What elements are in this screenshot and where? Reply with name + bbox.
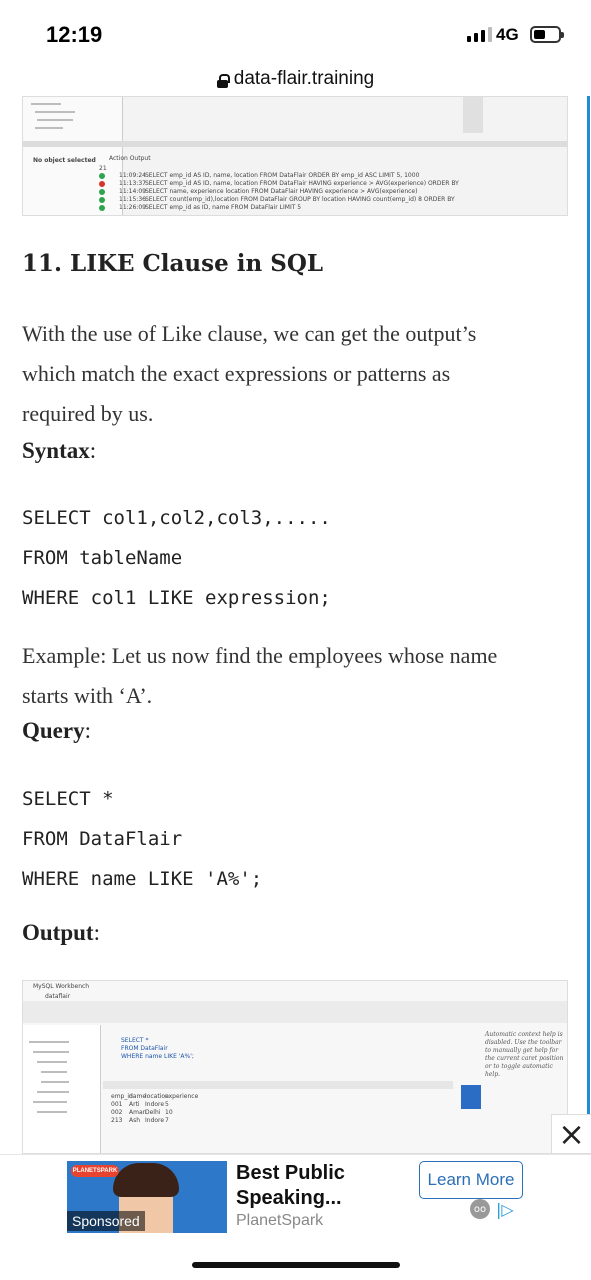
status-ok-icon [99, 189, 105, 195]
syntax-code-line: WHERE col1 LIKE expression; [22, 587, 331, 609]
result-col: name [129, 1093, 147, 1100]
paragraph-line: required by us. [22, 401, 154, 426]
status-ok-icon [99, 197, 105, 203]
status-bar: 12:19 4G [0, 0, 591, 62]
sponsored-badge: Sponsored [67, 1211, 145, 1231]
row-action: SELECT emp_id AS ID, name, location FROM… [145, 180, 459, 187]
action-output-label: Action Output [109, 155, 151, 162]
result-cell: Aman [129, 1109, 147, 1116]
example-paragraph: Example: Let us now find the employees w… [22, 636, 562, 716]
result-cell: Indore [145, 1117, 165, 1124]
row-action: SELECT emp_id as ID, name FROM DataFlair… [145, 204, 302, 211]
ad-source: PlanetSpark [236, 1212, 324, 1229]
result-cell: 002 [111, 1109, 123, 1116]
row-num: 21 [99, 165, 107, 172]
section-heading: 11. LIKE Clause in SQL [22, 250, 324, 277]
result-cell: 10 [165, 1109, 173, 1116]
battery-icon [530, 26, 564, 43]
url-text: data-flair.training [233, 68, 375, 89]
learn-more-button[interactable]: Learn More [419, 1161, 523, 1199]
query-label: Query: [22, 718, 91, 743]
workbench-tab: dataflair [45, 993, 71, 1000]
query-code-line: FROM DataFlair [22, 828, 183, 850]
result-cell: Arti [129, 1101, 140, 1108]
planetspark-logo: PLANETSPARK [71, 1165, 119, 1177]
row-action: SELECT emp_id AS ID, name, location FROM… [145, 172, 420, 179]
result-cell: 213 [111, 1117, 123, 1124]
status-ok-icon [99, 173, 105, 179]
workbench-result-screenshot: MySQL Workbench dataflair SELECT * FROM … [22, 980, 568, 1154]
row-time: 11:09:24 [119, 172, 146, 179]
paragraph-line: which match the exact expressions or pat… [22, 361, 451, 386]
status-time: 12:19 [46, 22, 103, 47]
result-col: experience [165, 1093, 199, 1100]
query-code-line: SELECT * [22, 788, 114, 810]
paragraph-line: starts with ‘A’. [22, 683, 153, 708]
status-error-icon [99, 181, 105, 187]
paragraph-line: Example: Let us now find the employees w… [22, 643, 498, 668]
workbench-output-screenshot: No object selected Action Output 21 11:0… [22, 96, 568, 216]
scroll-indicator [587, 96, 590, 1124]
query-code-line: WHERE name LIKE 'A%'; [22, 868, 263, 890]
result-cell: Delhi [145, 1109, 161, 1116]
ad-title[interactable]: Best Public Speaking... [236, 1161, 406, 1211]
paragraph-line: With the use of Like clause, we can get … [22, 321, 477, 346]
row-action: SELECT count(emp_id),location FROM DataF… [145, 196, 455, 203]
result-cell: Indore [145, 1101, 165, 1108]
home-indicator[interactable] [192, 1262, 400, 1268]
row-time: 11:13:37 [119, 180, 146, 187]
status-ok-icon [99, 205, 105, 211]
result-cell: 5 [165, 1101, 169, 1108]
result-cell: 001 [111, 1101, 123, 1108]
syntax-label: Syntax: [22, 438, 97, 463]
window-title: MySQL Workbench [33, 983, 90, 990]
address-bar[interactable]: data-flair.training [0, 62, 591, 96]
context-help-text: Automatic context help is disabled. Use … [485, 1031, 564, 1078]
query-line: WHERE name LIKE 'A%'; [121, 1053, 194, 1060]
ad-choices-icon[interactable]: oo [470, 1199, 490, 1219]
row-time: 11:15:36 [119, 196, 146, 203]
syntax-code-line: SELECT col1,col2,col3,..... [22, 507, 331, 529]
signal-strength-icon [467, 27, 492, 42]
lock-icon [216, 73, 230, 88]
ad-info-icon[interactable]: |▷ [496, 1200, 514, 1219]
network-type: 4G [496, 25, 519, 44]
syntax-code-line: FROM tableName [22, 547, 183, 569]
intro-paragraph: With the use of Like clause, we can get … [22, 314, 562, 434]
result-cell: Ash [129, 1117, 141, 1124]
row-time: 11:14:09 [119, 188, 146, 195]
row-action: SELECT name, experience location FROM Da… [145, 188, 418, 195]
query-line: FROM DataFlair [121, 1045, 168, 1052]
output-label: Output: [22, 920, 100, 945]
result-cell: 7 [165, 1117, 169, 1124]
row-time: 11:26:09 [119, 204, 146, 211]
close-ad-button[interactable]: × [551, 1114, 591, 1154]
query-line: SELECT * [121, 1037, 149, 1044]
no-object-label: No object selected [33, 157, 96, 164]
